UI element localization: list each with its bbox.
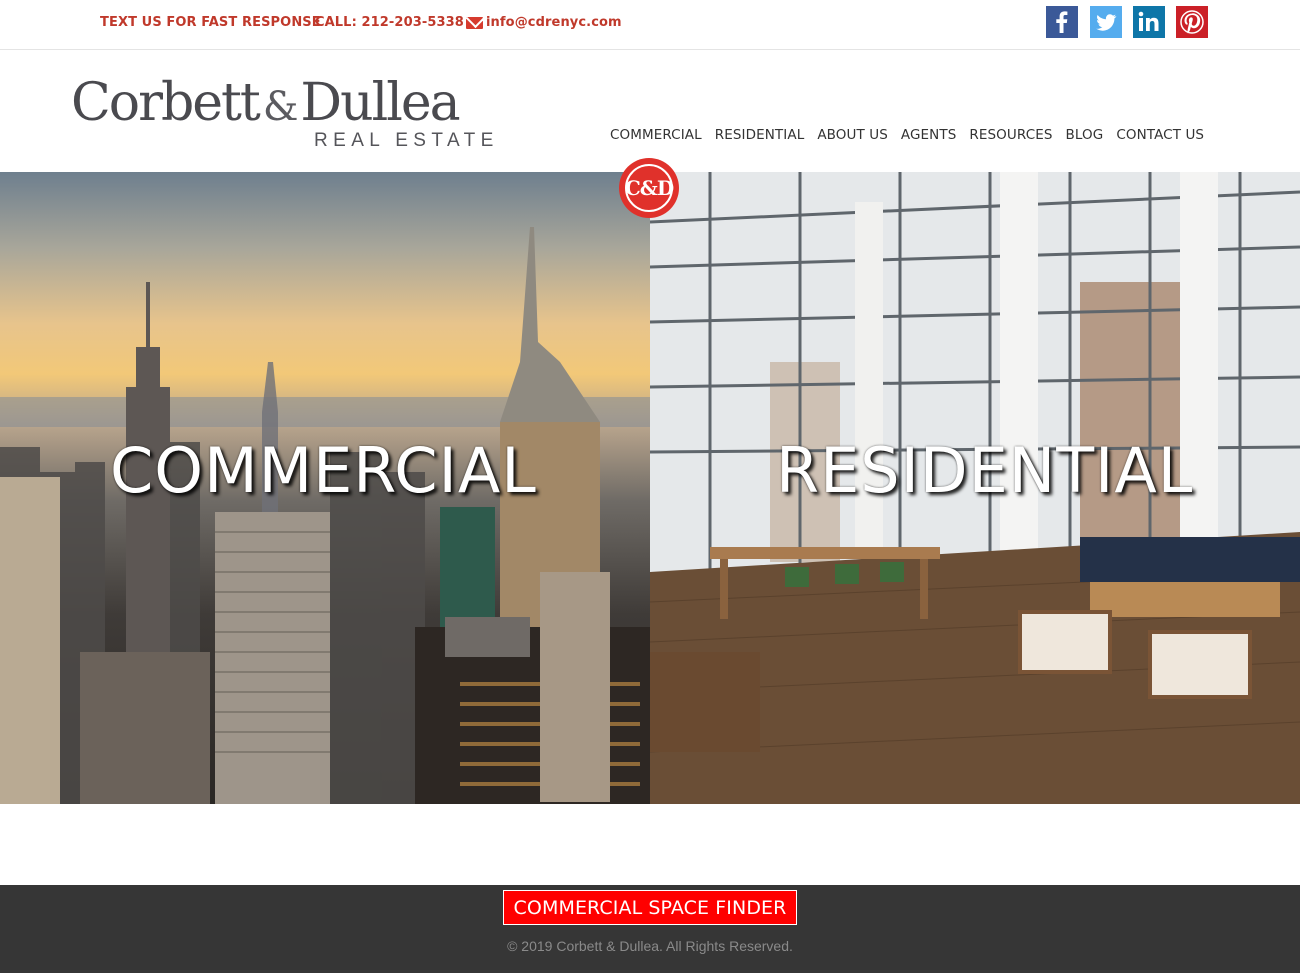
email-text: info@cdrenyc.com — [486, 15, 622, 30]
hero-split: COMMERCIAL RESIDENTIAL — [0, 172, 1300, 804]
commercial-panel[interactable]: COMMERCIAL — [0, 172, 650, 804]
commercial-space-finder-button[interactable]: COMMERCIAL SPACE FINDER — [503, 890, 797, 925]
facebook-icon[interactable] — [1046, 6, 1078, 38]
residential-heading: RESIDENTIAL — [776, 434, 1194, 507]
nav-contact-us[interactable]: CONTACT US — [1116, 127, 1204, 143]
footer: COMMERCIAL SPACE FINDER © 2019 Corbett &… — [0, 885, 1300, 973]
nav-agents[interactable]: AGENTS — [901, 127, 957, 143]
main-nav: COMMERCIAL RESIDENTIAL ABOUT US AGENTS R… — [610, 127, 1217, 143]
twitter-icon[interactable] — [1090, 6, 1122, 38]
logo-wordmark: Corbett &Dullea — [71, 74, 491, 136]
nav-resources[interactable]: RESOURCES — [969, 127, 1052, 143]
residential-panel[interactable]: RESIDENTIAL — [650, 172, 1300, 804]
nav-about-us[interactable]: ABOUT US — [817, 127, 888, 143]
mail-icon — [466, 16, 483, 29]
top-contact-bar: TEXT US FOR FAST RESPONSE CALL: 212-203-… — [0, 0, 1300, 50]
logo-name-left: Corbett — [71, 73, 261, 133]
linkedin-icon[interactable] — [1133, 6, 1165, 38]
commercial-heading: COMMERCIAL — [110, 434, 537, 507]
pinterest-icon[interactable] — [1176, 6, 1208, 38]
text-us-link[interactable]: TEXT US FOR FAST RESPONSE — [100, 15, 321, 30]
nav-residential[interactable]: RESIDENTIAL — [715, 127, 805, 143]
logo-ampersand: & — [262, 84, 299, 130]
email-link[interactable]: info@cdrenyc.com — [466, 15, 622, 30]
logo-tagline: REAL ESTATE — [314, 130, 499, 151]
nav-commercial[interactable]: COMMERCIAL — [610, 127, 702, 143]
company-logo[interactable]: Corbett &Dullea REAL ESTATE — [71, 74, 493, 154]
copyright-text: © 2019 Corbett & Dullea. All Rights Rese… — [507, 938, 793, 954]
nav-blog[interactable]: BLOG — [1066, 127, 1104, 143]
logo-name-right: Dullea — [300, 73, 460, 133]
cd-badge-text: C&D — [625, 164, 674, 212]
call-link[interactable]: CALL: 212-203-5338 — [315, 15, 464, 30]
cd-logo-badge[interactable]: C&D — [619, 158, 679, 218]
